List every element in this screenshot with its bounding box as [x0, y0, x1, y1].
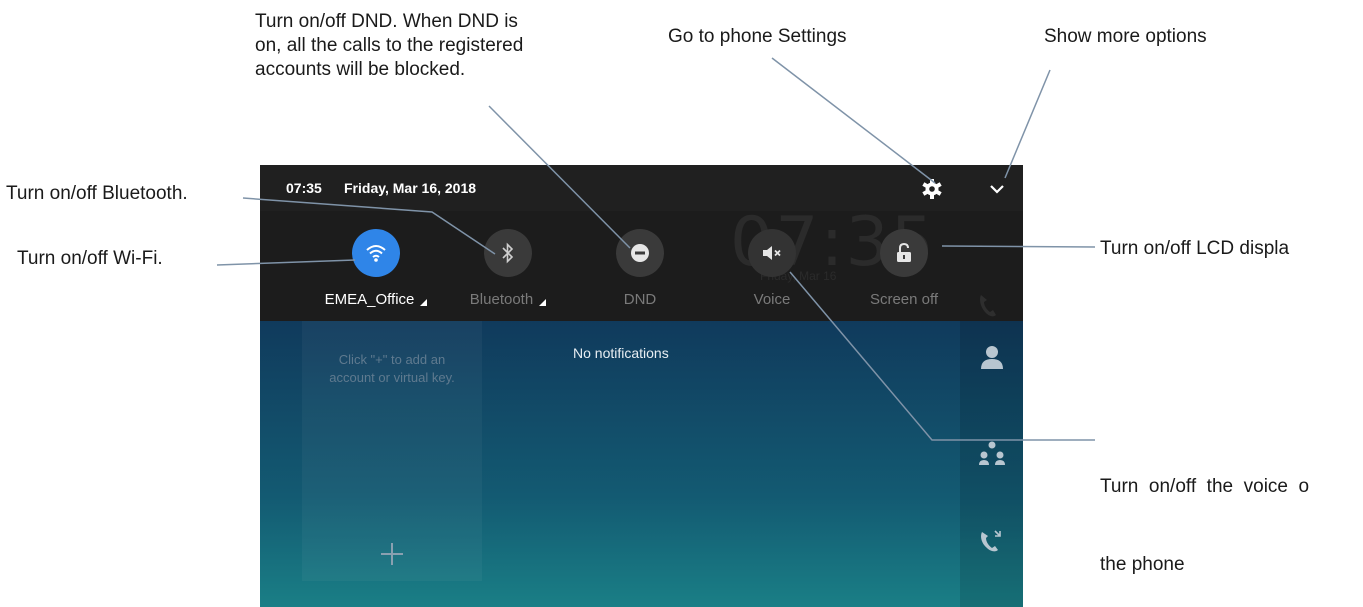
tile-wifi-label: EMEA_Office [324, 291, 415, 308]
call-history-icon[interactable] [978, 527, 1006, 555]
callout-dnd: Turn on/off DND. When DND is on, all the… [255, 10, 595, 82]
phone-screen: 07:35 Friday, Mar 16 EMEA_Office Bluetoo… [260, 165, 1023, 607]
tile-voice[interactable]: Voice [712, 229, 832, 308]
status-bar: 07:35 Friday, Mar 16, 2018 [260, 165, 1023, 211]
callout-dnd-line-1: Turn on/off DND. When DND is [255, 11, 518, 32]
account-hint-line-1: Click "+" to add an [338, 352, 446, 367]
callout-more-options: Show more options [1044, 26, 1207, 47]
callout-bluetooth: Turn on/off Bluetooth. [6, 183, 188, 204]
right-sidebar [960, 321, 1023, 607]
contact-icon[interactable] [978, 343, 1006, 371]
phone-icon [980, 295, 996, 317]
bluetooth-icon [484, 229, 532, 277]
account-hint: Click "+" to add an account or virtual k… [302, 351, 482, 387]
account-panel: Click "+" to add an account or virtual k… [302, 321, 482, 581]
dnd-icon [616, 229, 664, 277]
quick-settings-panel: 07:35 Friday, Mar 16 EMEA_Office Bluetoo… [260, 203, 1023, 321]
caret-down-icon [420, 299, 428, 306]
conference-icon[interactable] [978, 439, 1006, 467]
tile-dnd-label: DND [623, 291, 657, 308]
tile-bluetooth-label: Bluetooth [469, 291, 534, 308]
no-notifications-text: No notifications [573, 345, 669, 361]
callout-voice: Turn on/off the voice o the phone [1100, 427, 1309, 601]
tile-screen-off[interactable]: Screen off [844, 229, 964, 308]
tile-voice-label: Voice [753, 291, 791, 308]
status-date: Friday, Mar 16, 2018 [344, 180, 477, 196]
callout-voice-line-2: the phone [1100, 554, 1185, 575]
tile-bluetooth[interactable]: Bluetooth [448, 229, 568, 308]
account-hint-line-2: account or virtual key. [329, 370, 455, 385]
chevron-down-icon[interactable] [985, 177, 1009, 201]
callout-wifi: Turn on/off Wi-Fi. [17, 248, 163, 269]
lock-icon [880, 229, 928, 277]
tile-screen-off-label: Screen off [869, 291, 939, 308]
add-account-button[interactable] [377, 539, 407, 569]
gear-icon[interactable] [920, 177, 944, 201]
status-time: 07:35 [286, 180, 322, 196]
callout-lcd: Turn on/off LCD displa [1100, 238, 1290, 259]
tile-dnd[interactable]: DND [580, 229, 700, 308]
callout-dnd-line-2: on, all the calls to the registered [255, 35, 524, 56]
callout-voice-line-1: Turn on/off the voice o [1100, 476, 1310, 497]
callout-settings: Go to phone Settings [668, 26, 847, 47]
caret-down-icon [539, 299, 547, 306]
callout-dnd-line-3: accounts will be blocked. [255, 59, 466, 80]
tile-wifi[interactable]: EMEA_Office [316, 229, 436, 308]
mute-icon [748, 229, 796, 277]
wifi-icon [352, 229, 400, 277]
